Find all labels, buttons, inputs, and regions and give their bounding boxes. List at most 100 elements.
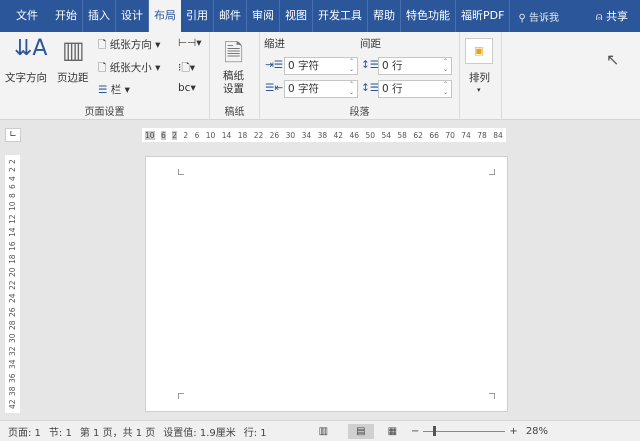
status-bar: 页面: 1 节: 1 第 1 页，共 1 页 设置值: 1.9厘米 行: 1 ▥… <box>0 420 640 441</box>
search-icon: ⚲ <box>518 12 526 24</box>
tab-5[interactable]: 引用 <box>181 0 214 32</box>
spacing-after-input[interactable]: 0 行 <box>378 80 452 98</box>
tab-7[interactable]: 审阅 <box>247 0 280 32</box>
ruler-tick-label: 18 <box>8 254 17 264</box>
zoom-level[interactable]: 28% <box>526 426 548 437</box>
share-button[interactable]: ⍝ 共享 <box>596 8 628 24</box>
ruler-tick-label: 2 <box>183 130 189 140</box>
tab-4[interactable]: 布局 <box>149 0 181 32</box>
text-direction-icon: ⇊A <box>14 36 48 61</box>
person-icon: ⍝ <box>595 10 603 23</box>
tab-2[interactable]: 插入 <box>83 0 116 32</box>
ruler-tick-label: 2 <box>8 167 17 173</box>
horizontal-ruler[interactable]: 10 6 2 2 6 10 14 18 22 26 30 34 38 42 46 50 54 58 62 66 70 74… <box>142 128 506 142</box>
columns-button[interactable]: ☰ 栏 ▾ <box>98 82 130 97</box>
ruler-tick-label: 26 <box>269 130 280 140</box>
indent-right-input[interactable]: 0 字符 <box>284 80 358 98</box>
group-page-setup: ⇊A 文字方向 ▥ 页边距 🗋 纸张方向 ▾ 🗋 纸张大小 ▾ ☰ 栏 ▾ ⊢⊣… <box>0 32 210 120</box>
ruler-tick-label: 30 <box>8 333 17 343</box>
status-setting[interactable]: 设置值: 1.9厘米 <box>163 424 235 439</box>
ruler-tick-label: 34 <box>301 130 312 140</box>
ruler-tick-label: 14 <box>8 227 17 238</box>
group-label: 页面设置 <box>84 107 125 118</box>
tab-1[interactable]: 开始 <box>50 0 83 32</box>
print-layout-icon[interactable]: ▤ <box>348 423 374 439</box>
tell-me-search[interactable]: ⚲ 告诉我 <box>518 9 559 24</box>
document-page[interactable] <box>145 156 508 412</box>
text-direction-button[interactable]: 文字方向 <box>5 70 47 85</box>
ruler-tick-label: 38 <box>317 130 328 140</box>
web-layout-icon[interactable]: ▦ <box>388 426 397 437</box>
status-page-count[interactable]: 第 1 页，共 1 页 <box>80 424 155 439</box>
margins-icon: ▥ <box>62 36 85 64</box>
zoom-in-button[interactable]: + <box>509 426 517 437</box>
ruler-tick-label: 30 <box>285 130 296 140</box>
ruler-tick-label: 2 <box>172 130 177 140</box>
ruler-tick-label: 46 <box>349 130 360 140</box>
ruler-tick-label: 12 <box>8 214 17 225</box>
ruler-tick-label: 18 <box>237 130 248 140</box>
indent-left-icon: ⇥☰ <box>265 59 284 71</box>
status-section[interactable]: 节: 1 <box>49 424 72 439</box>
indent-left-input[interactable]: 0 字符 <box>284 57 358 75</box>
ruler-tick-label: 78 <box>477 130 487 140</box>
arrange-icon: ▣ <box>465 38 493 64</box>
spacing-after-icon: ↕☰ <box>361 82 380 94</box>
ruler-tick-label: 6 <box>160 130 166 140</box>
read-mode-icon[interactable]: ▥ <box>319 426 328 437</box>
tab-6[interactable]: 邮件 <box>214 0 247 32</box>
arrange-button[interactable]: 排列 <box>469 70 490 85</box>
ruler-tick-label: 10 <box>205 130 216 140</box>
ruler-tick-label: 8 <box>8 192 17 198</box>
ruler-tick-label: 6 <box>8 184 17 190</box>
ruler-tick-label: 26 <box>8 307 17 317</box>
breaks-button[interactable]: ⊢⊣▾ <box>178 37 202 49</box>
orientation-button[interactable]: 🗋 纸张方向 ▾ <box>98 37 160 55</box>
status-page[interactable]: 页面: 1 <box>8 424 41 439</box>
ruler-tick-label: 62 <box>413 130 423 140</box>
indent-right-icon: ☰⇤ <box>265 82 284 94</box>
tab-11[interactable]: 特色功能 <box>401 0 456 32</box>
ruler-tick-label: 34 <box>8 359 17 370</box>
spacing-before-icon: ↕☰ <box>361 59 380 71</box>
tab-0[interactable]: 文件 <box>0 0 50 32</box>
tab-10[interactable]: 帮助 <box>368 0 401 32</box>
mouse-cursor-icon: ↖ <box>606 50 620 69</box>
tab-12[interactable]: 福昕PDF <box>456 0 511 32</box>
tab-8[interactable]: 视图 <box>280 0 313 32</box>
crop-mark <box>178 169 184 175</box>
ruler-tick-label: 14 <box>221 130 232 140</box>
line-numbers-button[interactable]: ⁝🗋▾ <box>178 60 195 78</box>
ruler-tick-label: 6 <box>194 130 200 140</box>
tab-3[interactable]: 设计 <box>116 0 149 32</box>
ruler-tick-label: 24 <box>8 293 17 304</box>
group-manuscript: 🗎 稿纸设置 稿纸 <box>210 32 260 120</box>
ruler-tick-label: 84 <box>493 130 503 140</box>
group-arrange: ▣ 排列 ▾ <box>460 32 502 120</box>
ruler-tick-label: 20 <box>8 267 17 277</box>
group-paragraph: 缩进 间距 ⇥☰ 0 字符 ☰⇤ 0 字符 ↕☰ 0 行 ↕☰ 0 行 段落 <box>260 32 460 120</box>
ruler-tick-label: 70 <box>445 130 455 140</box>
tab-9[interactable]: 开发工具 <box>313 0 368 32</box>
ruler-tick-label: 10 <box>8 201 17 211</box>
spacing-before-input[interactable]: 0 行 <box>378 57 452 75</box>
indent-label: 缩进 <box>264 38 285 50</box>
hyphenation-button[interactable]: bc▾ <box>178 82 196 94</box>
manuscript-settings-button[interactable]: 稿纸设置 <box>223 70 247 96</box>
crop-mark <box>489 393 495 399</box>
group-label: 稿纸 <box>224 107 245 118</box>
zoom-slider[interactable] <box>423 425 506 436</box>
ruler-tick-label: 42 <box>8 399 17 409</box>
vertical-ruler[interactable]: 42 38 36 34 32 30 28 26 24 22 20 18 16 14 12 10 8 6 4 2 2 <box>5 155 20 413</box>
margins-button[interactable]: 页边距 <box>57 70 89 85</box>
ruler-tick-label: 38 <box>8 386 17 396</box>
status-line[interactable]: 行: 1 <box>244 424 267 439</box>
zoom-out-button[interactable]: − <box>411 426 419 437</box>
size-button[interactable]: 🗋 纸张大小 ▾ <box>98 60 160 78</box>
tab-stop-selector[interactable]: ∟ <box>5 128 21 142</box>
ruler-tick-label: 36 <box>8 373 17 383</box>
ruler-tick-label: 2 <box>8 159 17 164</box>
size-icon: 🗋 <box>98 62 107 74</box>
spacing-label: 间距 <box>360 38 381 50</box>
group-label: 段落 <box>349 107 370 118</box>
